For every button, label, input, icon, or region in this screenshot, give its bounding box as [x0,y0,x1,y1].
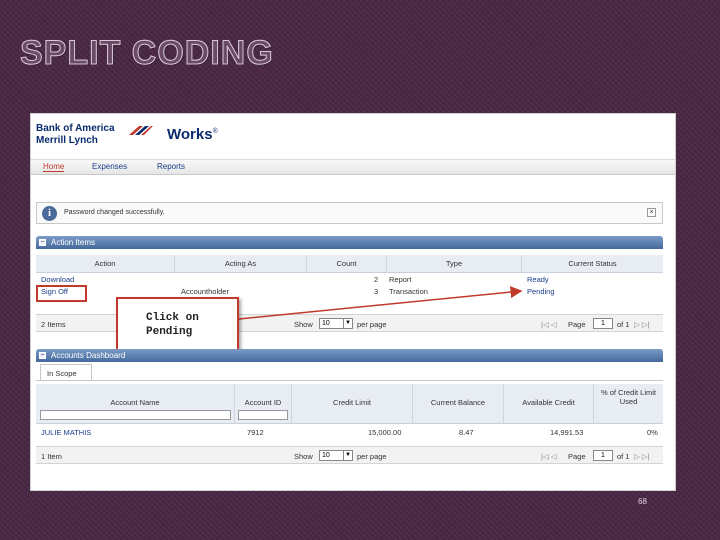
status-ready-link[interactable]: Ready [527,275,549,284]
page-of-label: of 1 [617,320,630,329]
sign-off-highlight [36,285,87,302]
collapse-icon[interactable]: − [39,352,46,359]
page-size-select[interactable]: 10 ▼ [319,450,353,461]
tab-in-scope[interactable]: In Scope [40,364,92,380]
app-screenshot: Bank of America Merrill Lynch Works® Hom… [30,113,676,491]
row-count: 2 [374,275,379,284]
column-current-status[interactable]: Current Status [522,255,663,273]
status-pending-link[interactable]: Pending [527,287,555,296]
info-icon: i [42,206,57,221]
next-last-icon[interactable]: ▷ ▷| [634,452,650,461]
per-page-label: per page [357,452,387,461]
account-name-link[interactable]: JULIE MATHIS [41,428,91,437]
tab-reports[interactable]: Reports [157,162,185,171]
main-nav: Home Expenses Reports [31,159,675,175]
pct-credit-used: 0% [647,428,658,437]
page-number: 68 [638,497,647,506]
row-count: 3 [374,287,379,296]
next-last-icon[interactable]: ▷ ▷| [634,320,650,329]
app-name: Works® [167,126,218,143]
accounts-dashboard-header[interactable]: − Accounts Dashboard [36,349,663,362]
close-icon[interactable]: × [647,208,656,217]
account-id-filter[interactable] [238,410,288,420]
trademark-mark: ® [212,128,218,135]
page-of-label: of 1 [617,452,630,461]
bank-name-line2: Merrill Lynch [36,135,98,146]
click-pending-callout: Click on Pending [116,297,239,351]
chevron-down-icon: ▼ [343,319,352,328]
account-id: 7912 [247,428,264,437]
page-size-select[interactable]: 10 ▼ [319,318,353,329]
action-items-header[interactable]: − Action Items [36,236,663,249]
page-size-value: 10 [322,452,330,459]
current-balance: 8.47 [459,428,474,437]
items-count: 1 Item [41,452,62,461]
callout-line2: Pending [146,326,193,338]
accounts-pagination: 1 Item Show 10 ▼ per page |◁ ◁ Page 1 of… [36,446,663,464]
row-type: Report [389,275,412,284]
credit-limit: 15,000.00 [368,428,402,437]
first-prev-icon[interactable]: |◁ ◁ [541,320,557,329]
account-name-filter[interactable] [40,410,231,420]
action-items-title: Action Items [51,238,96,247]
page-label: Page [568,320,586,329]
row-acting-as: Accountholder [181,287,229,296]
action-download-link[interactable]: Download [41,275,74,284]
first-prev-icon[interactable]: |◁ ◁ [541,452,557,461]
page-number-input[interactable]: 1 [593,318,613,329]
collapse-icon[interactable]: − [39,239,46,246]
column-pct-credit-used[interactable]: % of Credit Limit Used [594,384,663,424]
app-name-text: Works [167,126,213,143]
bank-logo[interactable]: Bank of America Merrill Lynch [36,123,115,147]
show-label: Show [294,452,313,461]
callout-text: Click on Pending [146,311,199,339]
chevron-down-icon: ▼ [343,451,352,460]
column-credit-limit[interactable]: Credit Limit [292,384,413,424]
available-credit: 14,991.53 [550,428,584,437]
tab-expenses[interactable]: Expenses [92,162,127,171]
success-message: i Password changed successfully. × [36,202,663,224]
show-label: Show [294,320,313,329]
page-number-input[interactable]: 1 [593,450,613,461]
bank-name-line1: Bank of America [36,123,115,134]
page-size-value: 10 [322,320,330,327]
page-label: Page [568,452,586,461]
column-action[interactable]: Action [36,255,175,273]
accounts-dashboard-title: Accounts Dashboard [51,351,126,360]
column-count[interactable]: Count [307,255,387,273]
column-type[interactable]: Type [387,255,522,273]
column-available-credit[interactable]: Available Credit [504,384,594,424]
items-count: 2 Items [41,320,66,329]
message-text: Password changed successfully. [64,209,165,216]
tab-divider [36,380,663,381]
column-current-balance[interactable]: Current Balance [413,384,504,424]
callout-line1: Click on [146,312,199,324]
action-items-column-headers: Action Acting As Count Type Current Stat… [36,255,663,273]
tab-home[interactable]: Home [43,162,65,172]
flag-logo-icon [129,126,153,135]
app-header: Bank of America Merrill Lynch Works® [31,114,675,158]
per-page-label: per page [357,320,387,329]
slide-title: SPLIT CODING [20,34,274,73]
row-type: Transaction [389,287,428,296]
column-acting-as[interactable]: Acting As [175,255,307,273]
